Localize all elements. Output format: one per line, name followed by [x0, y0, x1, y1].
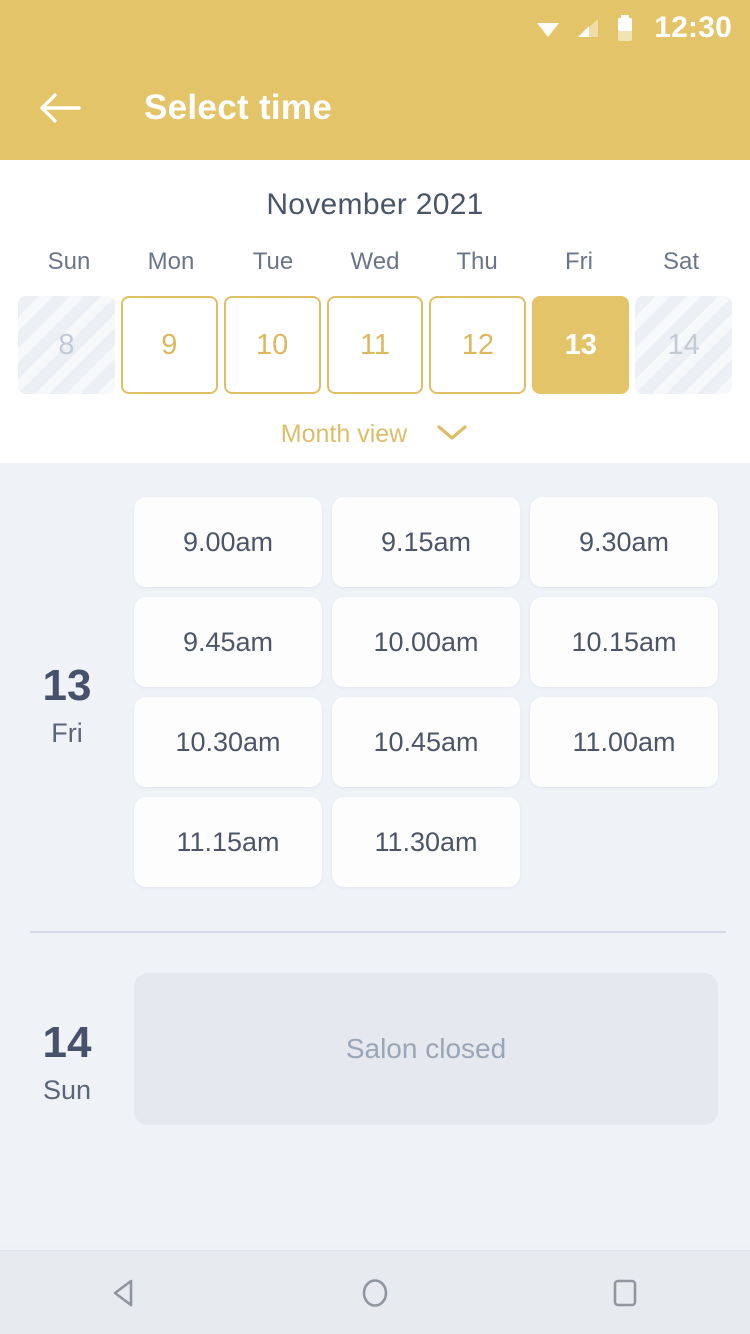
calendar-dates-row: 8 9 10 11 12 13 14 — [0, 296, 750, 394]
day-label-14: 14 Sun — [0, 973, 134, 1125]
day-number: 14 — [42, 1017, 92, 1067]
weekday-label-sun: Sun — [47, 248, 91, 275]
date-cell-13[interactable]: 13 — [532, 296, 630, 394]
page-title: Select time — [144, 88, 333, 127]
date-cell-11[interactable]: 11 — [326, 296, 424, 394]
time-slot[interactable]: 10.30am — [134, 697, 322, 787]
weekday-label-tue: Tue — [252, 248, 294, 275]
weekday-header: Sun Mon Tue Wed Thu Fri Sat — [0, 248, 750, 276]
date-cell-10[interactable]: 10 — [223, 296, 321, 394]
time-slot[interactable]: 11.00am — [530, 697, 718, 787]
day-name: Fri — [51, 717, 83, 748]
time-slot[interactable]: 10.45am — [332, 697, 520, 787]
month-view-toggle[interactable]: Month view — [0, 420, 750, 449]
day-group-13: 13 Fri 9.00am 9.15am 9.30am 9.45am 10.00… — [0, 497, 750, 887]
day-group-14: 14 Sun Salon closed — [0, 933, 750, 1125]
calendar-panel: November 2021 Sun Mon Tue Wed Thu Fri Sa… — [0, 160, 750, 463]
back-button[interactable] — [32, 80, 88, 136]
nav-home-button[interactable] — [315, 1251, 435, 1334]
nav-back-button[interactable] — [65, 1251, 185, 1334]
salon-closed-panel: Salon closed — [134, 973, 718, 1125]
app-bar: Select time — [0, 56, 750, 160]
calendar-month-title: November 2021 — [266, 188, 484, 221]
time-slot[interactable]: 9.45am — [134, 597, 322, 687]
time-slot[interactable]: 9.15am — [332, 497, 520, 587]
time-slot[interactable]: 10.00am — [332, 597, 520, 687]
weekday-label-thu: Thu — [456, 248, 498, 275]
status-bar: 12:30 — [0, 0, 750, 56]
day-label-13: 13 Fri — [0, 497, 134, 887]
bottom-spacer — [0, 1125, 750, 1245]
back-triangle-icon — [113, 1279, 133, 1306]
battery-icon — [616, 14, 634, 42]
recents-square-icon — [613, 1279, 637, 1306]
time-slot[interactable]: 10.15am — [530, 597, 718, 687]
date-cell-8: 8 — [18, 296, 115, 394]
android-nav-bar — [0, 1250, 750, 1334]
chevron-down-icon — [435, 422, 469, 447]
back-arrow-icon — [40, 93, 81, 123]
time-slot[interactable]: 9.30am — [530, 497, 718, 587]
date-cell-12[interactable]: 12 — [429, 296, 527, 394]
home-circle-icon — [362, 1278, 388, 1307]
signal-icon — [576, 16, 602, 40]
time-slot-grid: 9.00am 9.15am 9.30am 9.45am 10.00am 10.1… — [134, 497, 718, 887]
time-slot[interactable]: 11.15am — [134, 797, 322, 887]
schedule-panel: 13 Fri 9.00am 9.15am 9.30am 9.45am 10.00… — [0, 463, 750, 1245]
time-slot[interactable]: 11.30am — [332, 797, 520, 887]
weekday-label-fri: Fri — [565, 248, 593, 275]
wifi-icon — [534, 16, 562, 40]
time-slot[interactable]: 9.00am — [134, 497, 322, 587]
weekday-label-sat: Sat — [662, 248, 700, 275]
month-view-label: Month view — [280, 420, 408, 448]
date-cell-14: 14 — [635, 296, 733, 394]
day-name: Sun — [42, 1074, 92, 1105]
weekday-label-mon: Mon — [147, 248, 195, 275]
nav-recents-button[interactable] — [565, 1251, 685, 1334]
weekday-label-wed: Wed — [350, 248, 400, 275]
day-number: 13 — [42, 660, 92, 710]
date-cell-9[interactable]: 9 — [120, 296, 218, 394]
status-clock: 12:30 — [654, 11, 732, 44]
